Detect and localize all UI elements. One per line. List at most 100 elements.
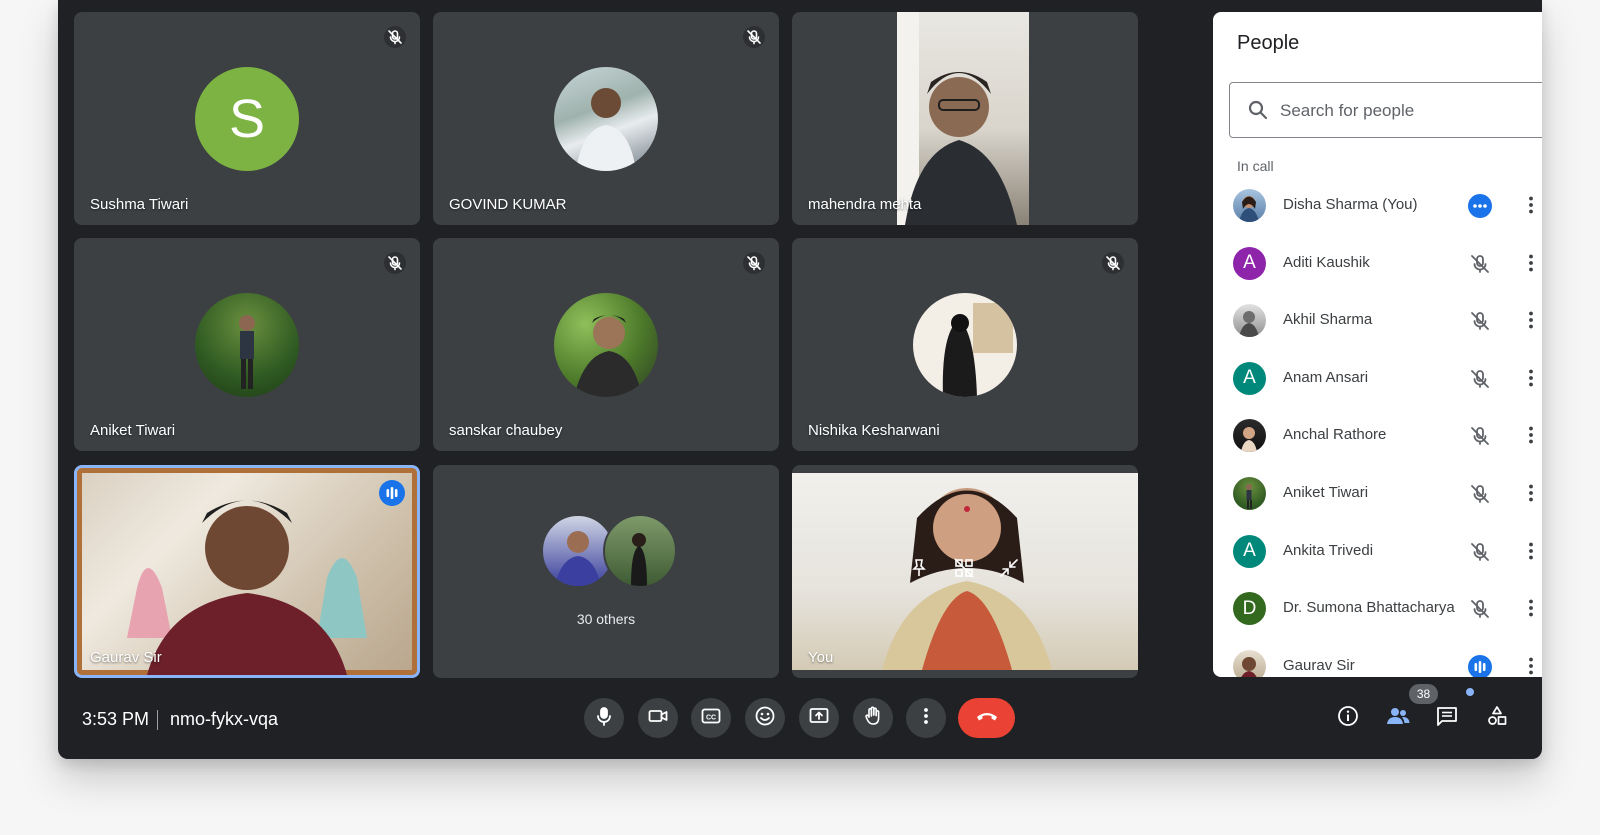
more-vert-icon[interactable] xyxy=(1519,481,1542,505)
mic-off-icon xyxy=(1467,366,1493,392)
more-vert-icon[interactable] xyxy=(1519,423,1542,447)
list-item[interactable]: A Ankita Trivedi xyxy=(1213,523,1542,581)
mic-off-icon xyxy=(743,26,765,48)
others-tile[interactable]: 30 others xyxy=(433,465,779,678)
avatar: A xyxy=(1233,534,1266,568)
more-options-icon xyxy=(915,705,937,732)
speaking-icon xyxy=(1467,654,1493,677)
present-icon xyxy=(808,705,830,732)
bottom-bar: 3:53 PM nmo-fykx-vqa CC 38 xyxy=(58,684,1542,759)
participant-tile[interactable]: Nishika Kesharwani xyxy=(792,238,1138,451)
present-button[interactable] xyxy=(799,698,839,738)
active-speaker-tile[interactable]: Gaurav Sir xyxy=(74,465,420,678)
more-vert-icon[interactable] xyxy=(1519,308,1542,332)
more-options-button[interactable] xyxy=(906,698,946,738)
avatar xyxy=(554,293,658,397)
avatar xyxy=(913,293,1017,397)
mic-off-icon xyxy=(384,252,406,274)
participant-name: Gaurav Sir xyxy=(1283,656,1355,674)
mic-off-icon xyxy=(1467,308,1493,334)
chat-notification-dot xyxy=(1466,688,1474,696)
people-button[interactable] xyxy=(1384,704,1412,732)
participant-name: Nishika Kesharwani xyxy=(808,422,940,439)
others-count: 30 others xyxy=(576,611,636,627)
list-item[interactable]: D Dr. Sumona Bhattacharya xyxy=(1213,580,1542,638)
participant-tile[interactable]: S Sushma Tiwari xyxy=(74,12,420,225)
list-item[interactable]: A Aditi Kaushik xyxy=(1213,235,1542,293)
avatar: A xyxy=(1233,361,1266,395)
clock: 3:53 PM xyxy=(82,709,150,729)
raise-hand-button[interactable] xyxy=(853,698,893,738)
self-video-tile[interactable]: You xyxy=(792,465,1138,678)
more-vert-icon[interactable] xyxy=(1519,193,1542,217)
list-item[interactable]: Anchal Rathore xyxy=(1213,407,1542,465)
more-vert-icon[interactable] xyxy=(1519,654,1542,677)
list-item[interactable]: Disha Sharma (You) xyxy=(1213,177,1542,235)
participant-name: Sushma Tiwari xyxy=(90,196,189,213)
panel-title: People xyxy=(1237,32,1300,54)
participant-name: sanskar chaubey xyxy=(449,422,563,439)
more-vert-icon[interactable] xyxy=(1519,539,1542,563)
search-field[interactable] xyxy=(1229,82,1542,139)
activities-button[interactable] xyxy=(1483,704,1511,732)
options-icon[interactable] xyxy=(1467,193,1493,219)
chat-icon xyxy=(1435,704,1459,733)
participant-name: Akhil Sharma xyxy=(1283,311,1373,329)
avatar xyxy=(195,293,299,397)
svg-text:CC: CC xyxy=(706,714,716,721)
list-item[interactable]: Gaurav Sir xyxy=(1213,638,1542,677)
participant-name: Anchal Rathore xyxy=(1283,426,1387,444)
avatar xyxy=(1233,419,1266,453)
info-icon xyxy=(1336,704,1360,733)
divider xyxy=(157,710,158,730)
meeting-code: nmo-fykx-vqa xyxy=(170,709,279,729)
captions-icon: CC xyxy=(700,705,722,732)
list-item[interactable]: Akhil Sharma xyxy=(1213,292,1542,350)
chat-button[interactable] xyxy=(1433,704,1461,732)
mic-off-icon xyxy=(1467,423,1493,449)
participant-name: Anam Ansari xyxy=(1283,368,1369,386)
participant-name: Gaurav Sir xyxy=(90,649,162,666)
minimize-icon[interactable] xyxy=(994,553,1024,583)
list-item[interactable]: Aniket Tiwari xyxy=(1213,465,1542,523)
avatar xyxy=(1233,189,1266,222)
search-input[interactable] xyxy=(1278,83,1542,139)
mic-off-icon xyxy=(743,252,765,274)
frame-icon[interactable] xyxy=(949,553,979,583)
camera-icon xyxy=(647,705,669,732)
mic-off-icon xyxy=(1102,252,1124,274)
end-call-icon xyxy=(973,702,1001,735)
participant-name: mahendra mehta xyxy=(808,196,922,213)
participant-video-tile[interactable]: mahendra mehta xyxy=(792,12,1138,225)
participant-count-badge: 38 xyxy=(1409,684,1438,704)
participant-name: Ankita Trivedi xyxy=(1283,541,1374,559)
end-call-button[interactable] xyxy=(958,698,1015,738)
participant-name: Dr. Sumona Bhattacharya xyxy=(1283,599,1455,617)
mic-off-icon xyxy=(384,26,406,48)
list-item[interactable]: A Anam Ansari xyxy=(1213,350,1542,408)
avatar: A xyxy=(1233,246,1266,280)
speaking-icon xyxy=(379,480,405,506)
search-icon xyxy=(1246,98,1270,127)
people-icon xyxy=(1385,703,1411,734)
avatar xyxy=(1233,304,1266,338)
captions-button[interactable]: CC xyxy=(691,698,731,738)
mic-button[interactable] xyxy=(584,698,624,738)
info-button[interactable] xyxy=(1334,704,1362,732)
pin-icon[interactable] xyxy=(904,553,934,583)
participant-tile[interactable]: GOVIND KUMAR xyxy=(433,12,779,225)
more-vert-icon[interactable] xyxy=(1519,596,1542,620)
camera-button[interactable] xyxy=(638,698,678,738)
avatar: D xyxy=(1233,592,1266,626)
emoji-button[interactable] xyxy=(745,698,785,738)
participant-name: Aniket Tiwari xyxy=(90,422,176,439)
participant-name: Aditi Kaushik xyxy=(1283,253,1370,271)
mic-icon xyxy=(593,705,615,732)
more-vert-icon[interactable] xyxy=(1519,251,1542,275)
raise-hand-icon xyxy=(862,705,884,732)
avatar xyxy=(603,514,677,588)
participant-tile[interactable]: Aniket Tiwari xyxy=(74,238,420,451)
participant-tile[interactable]: sanskar chaubey xyxy=(433,238,779,451)
mic-off-icon xyxy=(1467,481,1493,507)
more-vert-icon[interactable] xyxy=(1519,366,1542,390)
